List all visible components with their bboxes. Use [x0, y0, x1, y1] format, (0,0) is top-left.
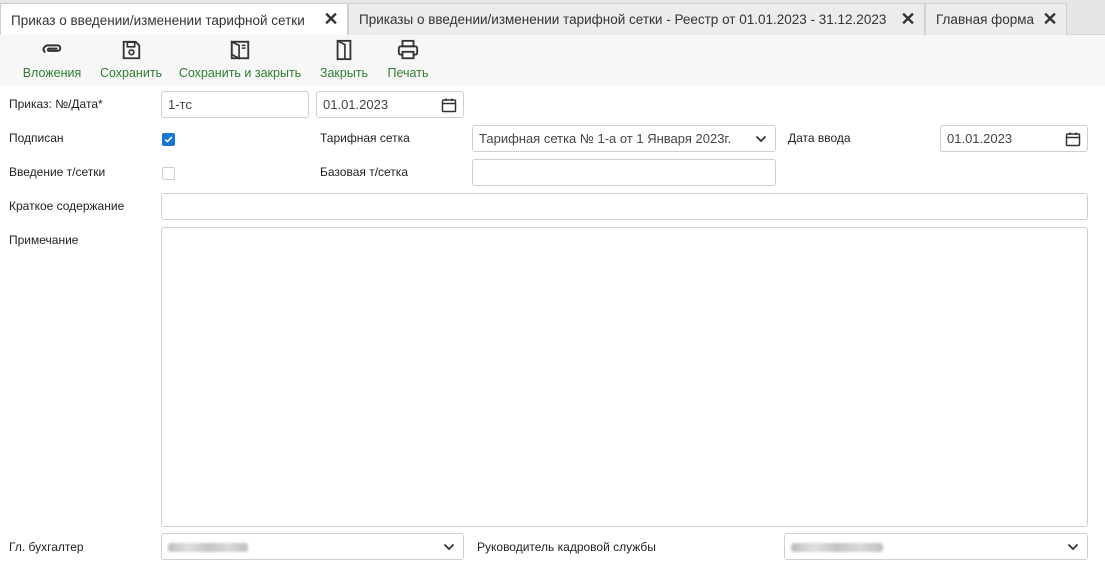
- calendar-icon[interactable]: [441, 97, 457, 113]
- close-button[interactable]: Закрыть: [318, 39, 370, 83]
- hr-head-label: Руководитель кадровой службы: [477, 540, 656, 554]
- tab-label: Приказы о введении/изменении тарифной се…: [359, 12, 887, 27]
- tab-order-form[interactable]: Приказ о введении/изменении тарифной сет…: [0, 3, 348, 36]
- redacted-name: [168, 543, 248, 553]
- order-date-value: 01.01.2023: [323, 97, 389, 112]
- toolbar: Вложения Сохранить Сохранить и закрыть З…: [0, 35, 1105, 85]
- chief-accountant-select[interactable]: [161, 533, 464, 560]
- printer-icon: [397, 39, 419, 60]
- attachments-button[interactable]: Вложения: [22, 39, 82, 83]
- print-label: Печать: [387, 66, 429, 80]
- base-grid-input[interactable]: [472, 159, 776, 186]
- grid-intro-label: Введение т/сетки: [9, 165, 106, 179]
- chevron-down-icon: [1067, 543, 1079, 551]
- order-label: Приказ: №/Дата*: [9, 97, 103, 111]
- save-and-close-label: Сохранить и закрыть: [178, 66, 302, 80]
- entry-date-label: Дата ввода: [788, 131, 851, 145]
- save-and-close-button[interactable]: Сохранить и закрыть: [178, 39, 302, 83]
- paperclip-icon: [42, 44, 62, 53]
- tab-label: Главная форма: [936, 12, 1035, 27]
- close-icon[interactable]: ✕: [323, 10, 339, 28]
- close-label: Закрыть: [319, 66, 369, 80]
- door-icon: [336, 39, 352, 61]
- signed-checkbox[interactable]: [162, 133, 175, 146]
- close-icon[interactable]: ✕: [900, 10, 916, 28]
- signed-label: Подписан: [9, 131, 64, 145]
- tariff-grid-value: Тарифная сетка № 1-а от 1 Января 2023г.: [479, 131, 732, 146]
- calendar-icon[interactable]: [1065, 131, 1081, 147]
- tab-orders-registry[interactable]: Приказы о введении/изменении тарифной се…: [348, 3, 925, 35]
- print-button[interactable]: Печать: [385, 39, 431, 83]
- summary-input[interactable]: [161, 193, 1088, 220]
- chevron-down-icon: [755, 135, 767, 143]
- order-number-input[interactable]: 1-тс: [161, 91, 309, 118]
- grid-intro-checkbox[interactable]: [162, 167, 175, 180]
- hr-head-select[interactable]: [784, 533, 1088, 560]
- save-button[interactable]: Сохранить: [99, 39, 163, 83]
- base-grid-label: Базовая т/сетка: [320, 165, 408, 179]
- summary-label: Краткое содержание: [9, 199, 125, 213]
- redacted-name: [791, 543, 883, 553]
- note-label: Примечание: [9, 233, 79, 247]
- tariff-grid-select[interactable]: Тарифная сетка № 1-а от 1 Января 2023г.: [472, 125, 776, 152]
- tab-bar: Приказ о введении/изменении тарифной сет…: [0, 0, 1105, 36]
- save-label: Сохранить: [99, 66, 163, 80]
- entry-date-input[interactable]: 01.01.2023: [940, 125, 1088, 152]
- note-textarea[interactable]: [161, 227, 1088, 527]
- attachments-label: Вложения: [22, 66, 82, 80]
- tariff-grid-label: Тарифная сетка: [320, 131, 410, 145]
- entry-date-value: 01.01.2023: [947, 131, 1013, 146]
- tab-main-form[interactable]: Главная форма ✕: [925, 3, 1067, 35]
- chevron-down-icon: [443, 543, 455, 551]
- door-save-icon: [230, 40, 250, 60]
- tab-label: Приказ о введении/изменении тарифной сет…: [11, 12, 305, 28]
- order-date-input[interactable]: 01.01.2023: [316, 91, 464, 118]
- floppy-disk-icon: [122, 40, 141, 60]
- chief-accountant-label: Гл. бухгалтер: [9, 540, 84, 554]
- checkmark-icon: [164, 136, 173, 143]
- close-icon[interactable]: ✕: [1042, 10, 1058, 28]
